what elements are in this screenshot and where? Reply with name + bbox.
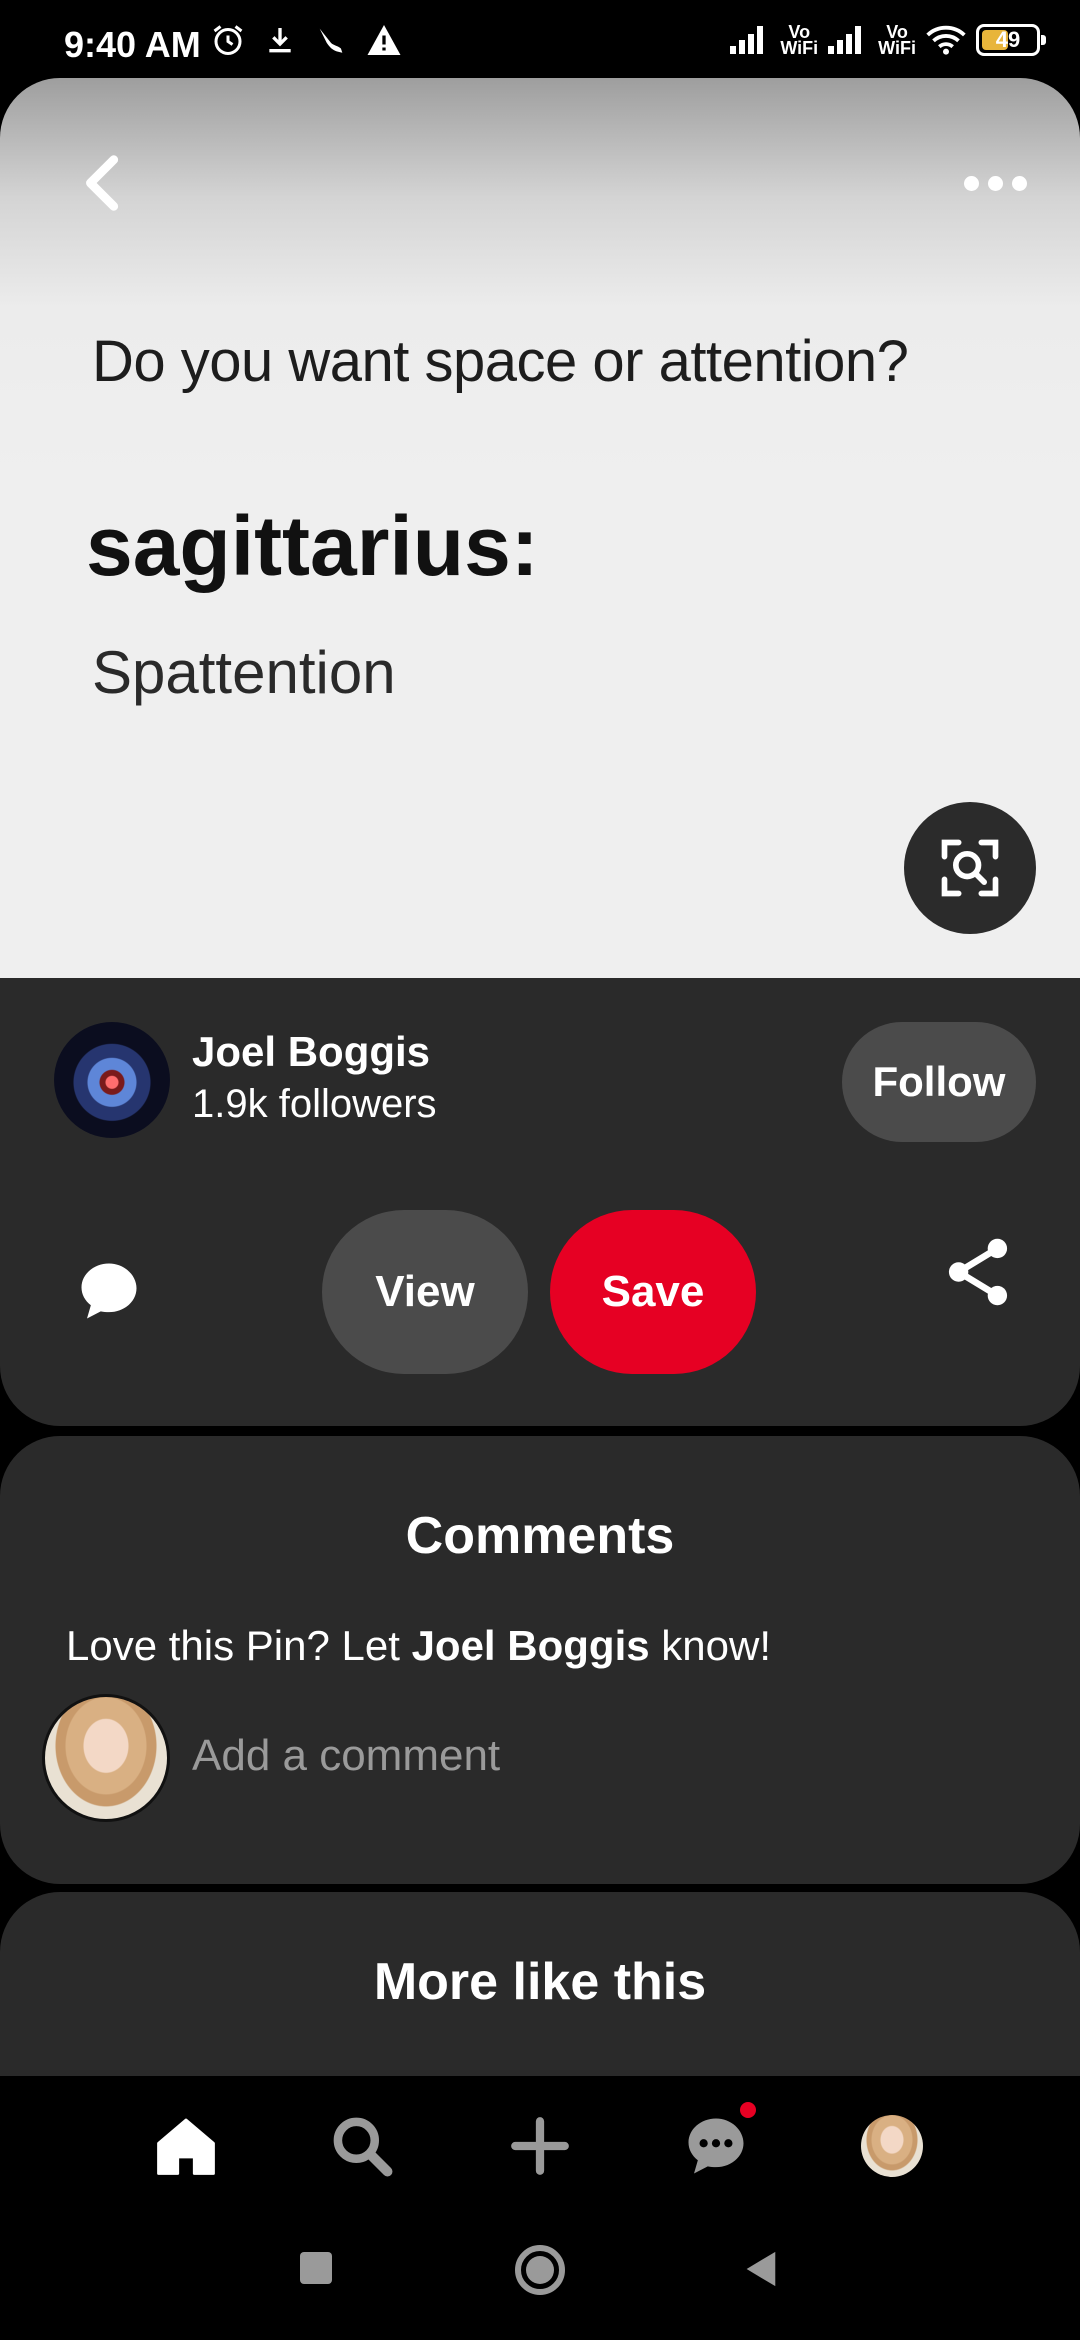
save-button[interactable]: Save	[550, 1210, 756, 1374]
messages-icon	[688, 2118, 744, 2174]
dot-icon	[1011, 175, 1027, 191]
creator-avatar[interactable]	[54, 1022, 170, 1138]
search-icon	[333, 2117, 393, 2177]
share-icon	[948, 1238, 1008, 1306]
profile-avatar	[861, 2115, 923, 2177]
pin-image[interactable]: Do you want space or attention? sagittar…	[0, 78, 1080, 980]
plus-icon	[511, 2117, 569, 2175]
vowifi-icon: Vo WiFi	[878, 22, 916, 58]
pin-sign-text: sagittarius:	[86, 499, 539, 593]
comments-section: Comments Love this Pin? Let Joel Boggis …	[0, 1436, 1080, 1884]
recents-icon	[300, 2252, 332, 2284]
home-system-button[interactable]	[514, 2244, 566, 2301]
dot-icon	[963, 175, 979, 191]
battery-level: 49	[995, 27, 1021, 52]
speech-bubble-icon	[81, 1263, 137, 1319]
pin-actions-panel: Joel Boggis 1.9k followers Follow View S…	[0, 978, 1080, 1426]
status-time: 9:40 AM	[64, 24, 201, 65]
nav-search[interactable]	[326, 2110, 398, 2182]
pin-question-text: Do you want space or attention?	[92, 329, 909, 394]
creator-name[interactable]: Joel Boggis	[192, 1028, 430, 1076]
more-like-this-title: More like this	[373, 1953, 707, 2011]
dot-icon	[987, 175, 1003, 191]
prompt-text: Love this Pin? Let	[66, 1622, 412, 1669]
add-comment-input[interactable]	[192, 1716, 1032, 1796]
comments-prompt: Love this Pin? Let Joel Boggis know!	[66, 1622, 771, 1670]
system-navigation	[0, 2208, 1080, 2340]
signal-icon	[730, 26, 764, 54]
pin-answer-text: Spattention	[92, 639, 396, 706]
prompt-text: know!	[649, 1622, 771, 1669]
home-icon	[157, 2118, 215, 2175]
warning-icon	[367, 25, 401, 55]
lens-search-icon	[941, 839, 999, 897]
chevron-left-icon	[86, 155, 119, 211]
prompt-creator-name[interactable]: Joel Boggis	[412, 1622, 650, 1669]
back-triangle-icon	[746, 2251, 776, 2287]
comment-button[interactable]	[76, 1258, 142, 1329]
nav-profile[interactable]	[856, 2110, 928, 2182]
comments-title: Comments	[405, 1507, 675, 1565]
status-bar: 9:40 AM Vo WiFi Vo WiFi 49	[0, 0, 1080, 90]
nav-home[interactable]	[150, 2110, 222, 2182]
share-button[interactable]	[944, 1236, 1012, 1313]
more-options-button[interactable]	[950, 158, 1040, 208]
status-left-icons	[210, 22, 402, 58]
back-system-button[interactable]	[740, 2248, 780, 2295]
download-icon	[269, 28, 291, 53]
bottom-navigation	[0, 2076, 1080, 2208]
bird-icon	[319, 28, 343, 53]
view-button[interactable]: View	[322, 1210, 528, 1374]
visual-search-button[interactable]	[904, 802, 1036, 934]
home-circle-icon	[515, 2245, 565, 2295]
wifi-icon	[926, 25, 966, 55]
creator-followers: 1.9k followers	[192, 1082, 437, 1126]
notification-dot	[740, 2102, 756, 2118]
user-avatar	[42, 1694, 170, 1822]
status-right-icons: Vo WiFi Vo WiFi 49	[730, 22, 1046, 58]
signal-icon	[828, 26, 862, 54]
vowifi-icon: Vo WiFi	[780, 22, 819, 58]
back-button[interactable]	[70, 148, 140, 218]
recents-button[interactable]	[296, 2248, 336, 2293]
nav-messages[interactable]	[680, 2102, 756, 2182]
nav-create[interactable]	[504, 2110, 576, 2182]
follow-button[interactable]: Follow	[842, 1022, 1036, 1142]
alarm-icon	[213, 25, 243, 55]
battery-icon: 49	[976, 24, 1046, 56]
